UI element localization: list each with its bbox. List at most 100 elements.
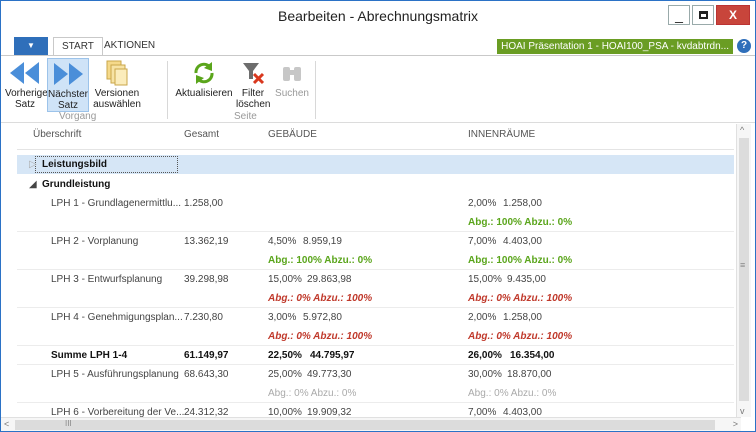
building-status: Abg.: 0% Abzu.: 0% — [268, 388, 357, 399]
next-record-button[interactable]: Nächster Satz — [47, 58, 89, 112]
interior-percent: 26,00% — [468, 350, 502, 361]
group-separator-2 — [315, 61, 316, 119]
close-button[interactable]: X — [716, 5, 750, 25]
clear-filter-label: Filter löschen — [236, 88, 271, 110]
table-row[interactable]: LPH 6 - Vorbereitung der Ve... 24.312,32… — [17, 403, 734, 417]
horizontal-scroll-thumb[interactable]: III — [15, 419, 715, 430]
group-label-seite: Seite — [234, 111, 257, 122]
minimize-button[interactable]: _ — [668, 5, 690, 25]
search-button[interactable]: Suchen — [274, 58, 310, 99]
sum-row[interactable]: Summe LPH 1-4 61.149,97 22,50% 44.795,97… — [17, 346, 734, 365]
row-title: LPH 5 - Ausführungsplanung — [51, 369, 179, 380]
scroll-up-icon[interactable]: ^ — [740, 125, 744, 135]
table-row[interactable]: LPH 5 - Ausführungsplanung 68.643,30 25,… — [17, 365, 734, 384]
interior-value: 4.403,00 — [503, 407, 542, 417]
building-percent: 15,00% — [268, 274, 302, 285]
ribbon: Vorheriger Satz Nächster Satz Versionen … — [1, 55, 755, 123]
window-controls: _ X — [668, 5, 750, 25]
building-percent: 10,00% — [268, 407, 302, 417]
building-percent: 22,50% — [268, 350, 302, 361]
interior-percent: 7,00% — [468, 407, 497, 417]
interior-status: Abg.: 100% Abzu.: 0% — [468, 255, 573, 266]
scroll-right-icon[interactable]: > — [733, 419, 738, 429]
versions-icon — [92, 58, 142, 88]
interior-status: Abg.: 0% Abzu.: 0% — [468, 388, 557, 399]
status-row: Abg.: 0% Abzu.: 100% Abg.: 0% Abzu.: 100… — [17, 289, 734, 308]
previous-record-label: Vorheriger Satz — [5, 88, 52, 110]
interior-status: Abg.: 0% Abzu.: 100% — [468, 293, 573, 304]
grid-header: Überschrift Gesamt GEBÄUDE INNENRÄUME — [17, 124, 734, 150]
building-value: 49.773,30 — [307, 369, 352, 380]
column-header-innenraeume[interactable]: INNENRÄUME — [468, 129, 535, 140]
clear-filter-button[interactable]: Filter löschen — [236, 58, 270, 110]
group-label: Leistungsbild — [42, 159, 107, 170]
row-total: 7.230,80 — [184, 312, 223, 323]
refresh-button[interactable]: Aktualisieren — [174, 58, 234, 99]
building-value: 5.972,80 — [303, 312, 342, 323]
interior-percent: 30,00% — [468, 369, 502, 380]
help-icon[interactable]: ? — [737, 39, 751, 53]
expand-icon[interactable]: ▷ — [29, 159, 37, 170]
interior-status: Abg.: 0% Abzu.: 100% — [468, 331, 573, 342]
row-total: 68.643,30 — [184, 369, 229, 380]
refresh-icon — [174, 58, 234, 88]
minimize-icon: _ — [675, 7, 683, 23]
title-bar: Bearbeiten - Abrechnungsmatrix _ X — [1, 1, 755, 31]
group-label: Grundleistung — [42, 179, 111, 190]
column-header-gebaeude[interactable]: GEBÄUDE — [268, 129, 317, 140]
group-separator — [167, 61, 168, 119]
column-header-gesamt[interactable]: Gesamt — [184, 129, 219, 140]
interior-value: 4.403,00 — [503, 236, 542, 247]
group-row-leistungsbild[interactable]: ▷ Leistungsbild — [17, 155, 734, 174]
maximize-button[interactable] — [692, 5, 714, 25]
interior-value: 1.258,00 — [503, 198, 542, 209]
ribbon-tabs: ▼ START AKTIONEN HOAI Präsentation 1 - H… — [1, 37, 755, 56]
maximize-icon — [698, 11, 708, 19]
table-row[interactable]: LPH 1 - Grundlagenermittlu... 1.258,00 2… — [17, 194, 734, 213]
status-row: Abg.: 0% Abzu.: 0% Abg.: 0% Abzu.: 0% — [17, 384, 734, 403]
row-total: 24.312,32 — [184, 407, 229, 417]
row-title: Summe LPH 1-4 — [51, 350, 128, 361]
select-versions-label: Versionen auswählen — [93, 88, 141, 110]
matrix-grid: Überschrift Gesamt GEBÄUDE INNENRÄUME ▷ … — [17, 124, 734, 417]
row-title: LPH 6 - Vorbereitung der Ve... — [51, 407, 185, 417]
row-title: LPH 3 - Entwurfsplanung — [51, 274, 163, 285]
interior-percent: 15,00% — [468, 274, 502, 285]
row-total: 39.298,98 — [184, 274, 229, 285]
previous-record-button[interactable]: Vorheriger Satz — [5, 58, 52, 110]
group-row-grundleistung[interactable]: ◢ Grundleistung — [17, 175, 734, 194]
building-value: 44.795,97 — [310, 350, 355, 361]
binoculars-icon — [274, 58, 310, 88]
horizontal-scrollbar[interactable]: < III > — [1, 417, 741, 431]
building-value: 19.909,32 — [307, 407, 352, 417]
scroll-left-icon[interactable]: < — [4, 419, 9, 429]
interior-value: 18.870,00 — [507, 369, 552, 380]
row-total: 13.362,19 — [184, 236, 229, 247]
select-versions-button[interactable]: Versionen auswählen — [92, 58, 142, 110]
vertical-scrollbar[interactable]: ^ ≡ v — [736, 124, 751, 417]
file-menu-button[interactable]: ▼ — [14, 37, 48, 55]
row-title: LPH 4 - Genehmigungsplan... — [51, 312, 183, 323]
window-title: Bearbeiten - Abrechnungsmatrix — [278, 8, 478, 24]
group-label-vorgang: Vorgang — [59, 111, 97, 122]
interior-percent: 7,00% — [468, 236, 497, 247]
refresh-label: Aktualisieren — [175, 88, 233, 99]
building-status: Abg.: 0% Abzu.: 100% — [268, 331, 373, 342]
building-percent: 4,50% — [268, 236, 297, 247]
interior-percent: 2,00% — [468, 312, 497, 323]
scroll-grip-icon: III — [65, 419, 72, 428]
building-status: Abg.: 100% Abzu.: 0% — [268, 255, 373, 266]
tab-aktionen[interactable]: AKTIONEN — [96, 37, 163, 55]
table-row[interactable]: LPH 4 - Genehmigungsplan... 7.230,80 3,0… — [17, 308, 734, 327]
scroll-down-icon[interactable]: v — [740, 406, 745, 416]
previous-icon — [5, 58, 45, 88]
table-row[interactable]: LPH 3 - Entwurfsplanung 39.298,98 15,00%… — [17, 270, 734, 289]
next-record-label: Nächster Satz — [48, 89, 89, 111]
table-row[interactable]: LPH 2 - Vorplanung 13.362,19 4,50% 8.959… — [17, 232, 734, 251]
column-header-ueberschrift[interactable]: Überschrift — [33, 129, 81, 140]
row-title: LPH 2 - Vorplanung — [51, 236, 139, 247]
status-row: Abg.: 100% Abzu.: 0% — [17, 213, 734, 232]
collapse-icon[interactable]: ◢ — [29, 179, 37, 190]
vertical-scroll-thumb[interactable]: ≡ — [739, 138, 749, 401]
context-label: HOAI Präsentation 1 - HOAI100_PSA - kvda… — [497, 39, 733, 54]
